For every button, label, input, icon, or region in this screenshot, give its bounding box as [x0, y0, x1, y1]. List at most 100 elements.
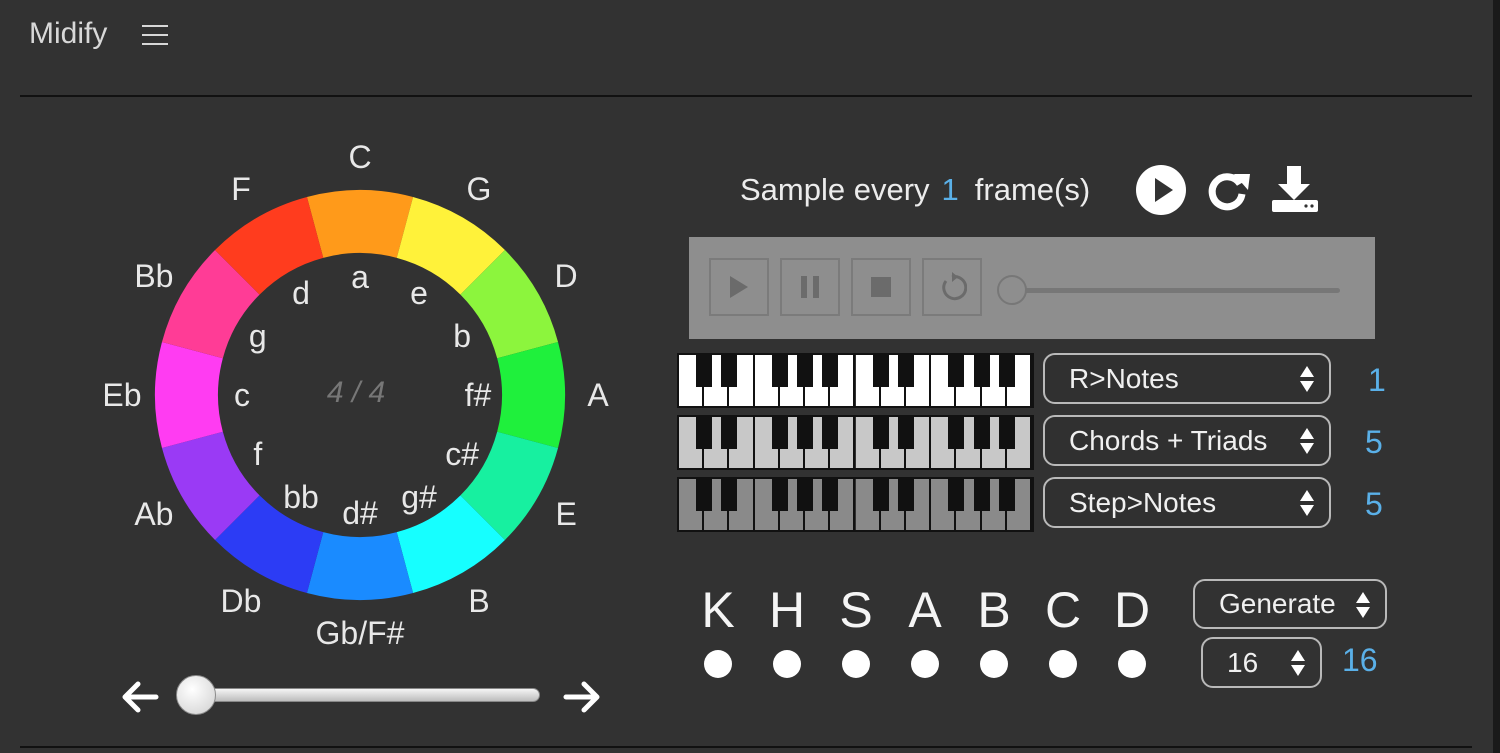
sample-suffix: frame(s) — [974, 172, 1091, 207]
letter-c-toggle[interactable] — [1049, 650, 1077, 678]
generate-label: Generate — [1219, 588, 1336, 619]
black-key[interactable] — [998, 417, 1015, 449]
letter-a: A — [908, 582, 942, 638]
wheel-segment-4[interactable] — [497, 341, 565, 449]
black-key[interactable] — [872, 417, 889, 449]
black-key[interactable] — [998, 479, 1015, 511]
player-play-button[interactable] — [709, 258, 769, 316]
select-updown-icon — [1300, 490, 1314, 516]
minor-key-label: f# — [465, 377, 492, 413]
player-replay-button[interactable] — [922, 258, 982, 316]
wheel-segment-7[interactable] — [306, 532, 414, 600]
black-key[interactable] — [822, 355, 839, 387]
track-1-mode-label: R>Notes — [1069, 362, 1179, 394]
black-key[interactable] — [948, 417, 965, 449]
left-arrow-icon[interactable] — [118, 675, 162, 719]
download-icon[interactable] — [1268, 164, 1320, 216]
key-slider-thumb[interactable] — [176, 675, 216, 715]
steps-label: 16 — [1227, 646, 1259, 678]
letter-h: H — [768, 582, 806, 638]
key-slider-track[interactable] — [196, 688, 540, 702]
letter-k-toggle[interactable] — [704, 650, 732, 678]
play-circle-icon[interactable] — [1135, 164, 1187, 216]
black-key[interactable] — [998, 355, 1015, 387]
wheel-segment-10[interactable] — [155, 341, 223, 449]
black-key[interactable] — [872, 355, 889, 387]
minor-key-label: b — [453, 318, 471, 354]
player-pause-button[interactable] — [780, 258, 840, 316]
minor-key-label: d# — [342, 495, 378, 531]
track-2-mode-select[interactable]: Chords + Triads — [1043, 415, 1331, 466]
steps-select[interactable]: 16 — [1201, 637, 1322, 688]
black-key[interactable] — [948, 355, 965, 387]
major-key-label: B — [468, 583, 489, 619]
black-key[interactable] — [721, 479, 738, 511]
circle-of-fifths[interactable]: C G D A E B Gb/F# Db Ab Eb Bb F a eb f# c#g# d# bbfcgd 4… — [0, 0, 700, 660]
right-arrow-icon[interactable] — [560, 675, 604, 719]
pause-icon — [801, 276, 819, 298]
minor-key-label: c# — [445, 436, 479, 472]
black-key[interactable] — [822, 417, 839, 449]
track-1-count: 1 — [1368, 362, 1386, 398]
letter-b: B — [977, 582, 1011, 638]
minor-key-label: bb — [283, 479, 319, 515]
track-2-keyboard[interactable] — [677, 415, 1034, 470]
black-key[interactable] — [696, 417, 713, 449]
black-key[interactable] — [948, 479, 965, 511]
major-key-label: F — [231, 171, 251, 207]
black-key[interactable] — [696, 479, 713, 511]
minor-key-label: e — [410, 275, 428, 311]
track-1-mode-select[interactable]: R>Notes — [1043, 353, 1331, 404]
letter-k: K — [701, 582, 735, 638]
minor-key-label: a — [351, 259, 369, 295]
letter-h-toggle[interactable] — [773, 650, 801, 678]
black-key[interactable] — [797, 355, 814, 387]
black-key[interactable] — [872, 479, 889, 511]
black-key[interactable] — [973, 479, 990, 511]
black-key[interactable] — [797, 479, 814, 511]
replay-icon — [942, 272, 967, 301]
sample-rate-value[interactable]: 1 — [942, 172, 959, 208]
letter-d: D — [1113, 582, 1151, 638]
letter-s-toggle[interactable] — [842, 650, 870, 678]
major-key-label: D — [555, 258, 578, 294]
select-updown-icon — [1300, 366, 1314, 392]
black-key[interactable] — [771, 417, 788, 449]
major-key-label: C — [348, 139, 371, 175]
black-key[interactable] — [897, 417, 914, 449]
track-3-keyboard[interactable] — [677, 477, 1034, 532]
major-key-label: Eb — [102, 377, 141, 413]
time-signature: 4 / 4 — [327, 376, 385, 409]
player-stop-button[interactable] — [851, 258, 911, 316]
track-1-keyboard[interactable] — [677, 353, 1034, 408]
black-key[interactable] — [721, 355, 738, 387]
black-key[interactable] — [797, 417, 814, 449]
track-3-mode-select[interactable]: Step>Notes — [1043, 477, 1331, 528]
reload-icon[interactable] — [1202, 164, 1254, 216]
select-updown-icon — [1356, 592, 1370, 618]
black-key[interactable] — [973, 355, 990, 387]
major-key-label: Db — [221, 583, 262, 619]
black-key[interactable] — [771, 355, 788, 387]
track-2-mode-label: Chords + Triads — [1069, 424, 1268, 456]
player-progress-track[interactable] — [1012, 288, 1340, 293]
stop-icon — [871, 277, 891, 297]
generate-select[interactable]: Generate — [1193, 579, 1387, 629]
minor-key-label: d — [292, 275, 310, 311]
letter-a-toggle[interactable] — [911, 650, 939, 678]
minor-key-label: g# — [401, 479, 437, 515]
select-updown-icon — [1300, 428, 1314, 454]
player-progress-thumb[interactable] — [997, 275, 1027, 305]
black-key[interactable] — [897, 355, 914, 387]
black-key[interactable] — [721, 417, 738, 449]
black-key[interactable] — [897, 479, 914, 511]
letter-s: S — [839, 582, 873, 638]
black-key[interactable] — [771, 479, 788, 511]
letter-b-toggle[interactable] — [980, 650, 1008, 678]
black-key[interactable] — [822, 479, 839, 511]
black-key[interactable] — [973, 417, 990, 449]
wheel-segment-1[interactable] — [306, 190, 414, 258]
black-key[interactable] — [696, 355, 713, 387]
sample-prefix: Sample every — [740, 172, 930, 207]
letter-d-toggle[interactable] — [1118, 650, 1146, 678]
